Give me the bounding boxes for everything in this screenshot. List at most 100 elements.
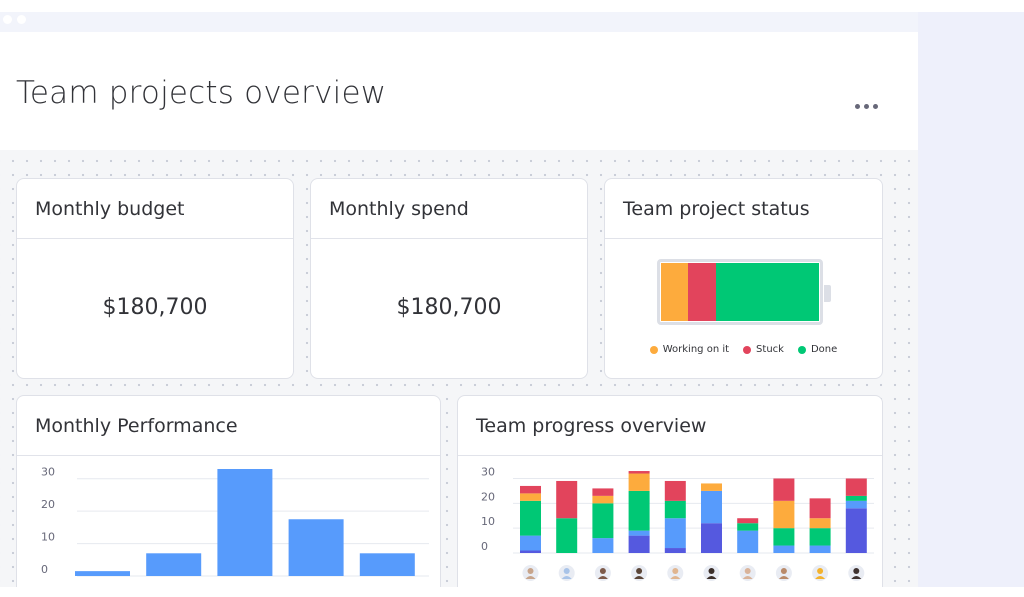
avatar-head-icon [527, 568, 534, 574]
avatar-head-icon [708, 568, 715, 574]
legend-dot-icon [743, 345, 752, 354]
avatar-head-icon [744, 568, 751, 574]
avatar-head-icon [853, 568, 860, 574]
window-dot-icon [3, 15, 12, 24]
stacked-bar-segment [520, 535, 541, 551]
monthly-budget-widget[interactable]: Monthly budget $180,700 [16, 178, 294, 379]
bar [75, 571, 130, 576]
stacked-bar-segment [664, 480, 686, 501]
status-segment [687, 263, 717, 321]
stacked-bar-segment [773, 528, 795, 546]
team-project-status-widget[interactable]: Team project status Working on it Stuck Do… [604, 178, 883, 379]
more-horizontal-icon [854, 103, 860, 109]
stacked-bar-segment [628, 490, 650, 531]
stacked-bar-segment [628, 530, 650, 536]
stacked-bar-segment [809, 545, 831, 553]
stacked-bar-segment [737, 518, 759, 524]
widget-title: Team project status [623, 197, 810, 220]
y-tick-label: 20 [481, 490, 495, 503]
monthly-spend-widget[interactable]: Monthly spend $180,700 [310, 178, 588, 379]
widget-title: Monthly Performance [35, 414, 238, 437]
status-segment [661, 263, 688, 321]
bar [146, 553, 202, 576]
side-panel [918, 12, 1024, 587]
widget-header: Team project status [605, 179, 882, 239]
stacked-bar-segment [773, 500, 795, 529]
stacked-bar-segment [592, 538, 614, 553]
status-legend: Working on it Stuck Done [605, 344, 882, 355]
avatar-head-icon [817, 568, 824, 574]
stacked-bar-segment [628, 473, 650, 491]
y-tick-label: 0 [481, 540, 488, 553]
more-options-button[interactable] [848, 94, 884, 118]
legend-dot-icon [797, 345, 806, 354]
legend-item: Working on it [649, 344, 730, 355]
bar [217, 469, 273, 576]
dashboard-window: Team projects overview Monthly budget $1… [0, 12, 918, 587]
team-progress-widget[interactable]: Team progress overview 0 10 20 30 [457, 395, 883, 587]
monthly-performance-widget[interactable]: Monthly Performance 0 10 20 30 [16, 395, 441, 587]
stacked-bar-segment [556, 518, 578, 553]
stacked-bar-segment [809, 498, 831, 519]
stacked-bar-segment [701, 483, 722, 491]
stacked-bar-segment [845, 500, 867, 509]
widget-header: Team progress overview [458, 396, 882, 456]
widget-header: Monthly budget [17, 179, 293, 239]
legend-label: Working on it [662, 344, 730, 355]
battery-cap [824, 285, 831, 302]
stacked-bar-segment [628, 471, 650, 474]
bar [288, 519, 344, 576]
stacked-bar-segment [520, 550, 541, 553]
avatar-head-icon [780, 568, 787, 574]
avatar-head-icon [636, 568, 643, 574]
stacked-bar-segment [520, 500, 541, 536]
stacked-bar-segment [809, 528, 831, 546]
stacked-bar-segment [556, 480, 578, 519]
avatar-head-icon [672, 568, 679, 574]
stacked-bar-segment [520, 485, 541, 494]
legend-item: Stuck [743, 344, 784, 355]
widget-title: Team progress overview [476, 414, 707, 437]
stacked-bar-segment [845, 508, 867, 553]
legend-dot-icon [649, 345, 658, 354]
y-tick-label: 30 [41, 466, 55, 479]
budget-value: $180,700 [102, 295, 208, 320]
stacked-bar-segment [664, 548, 686, 553]
widget-title: Monthly budget [35, 197, 185, 220]
spend-value: $180,700 [396, 295, 502, 320]
avatar-head-icon [599, 568, 606, 574]
status-segment [716, 263, 819, 321]
widget-header: Monthly Performance [17, 396, 440, 456]
more-horizontal-icon [863, 103, 869, 109]
stacked-bar-segment [737, 523, 759, 531]
stacked-bar-segment [664, 518, 686, 549]
stacked-bar-segment [592, 503, 614, 539]
widget-title: Monthly spend [329, 197, 469, 220]
y-tick-label: 10 [41, 531, 55, 544]
stacked-bar-segment [773, 545, 795, 553]
status-battery [657, 259, 823, 325]
page-title: Team projects overview [16, 75, 387, 111]
stacked-bar-segment [845, 478, 867, 496]
y-tick-label: 0 [41, 563, 48, 576]
y-tick-label: 10 [481, 515, 495, 528]
stacked-bar-segment [701, 490, 722, 524]
y-tick-label: 30 [481, 465, 495, 478]
stacked-bar-segment [809, 518, 831, 529]
widget-header: Monthly spend [311, 179, 587, 239]
y-tick-label: 20 [41, 498, 55, 511]
page-header: Team projects overview [0, 32, 918, 150]
stacked-bar-segment [520, 493, 541, 501]
stacked-bar-segment [845, 495, 867, 501]
legend-item: Done [797, 344, 837, 355]
window-dot-icon [17, 15, 26, 24]
stacked-bar-segment [773, 478, 795, 501]
team-progress-chart: 0 10 20 30 [481, 465, 874, 581]
more-horizontal-icon [872, 103, 878, 109]
bar [359, 553, 415, 576]
stacked-bar-segment [628, 535, 650, 553]
legend-label: Stuck [756, 344, 784, 355]
avatar-head-icon [563, 568, 570, 574]
stacked-bar-segment [737, 530, 759, 553]
window-bar [0, 12, 918, 32]
